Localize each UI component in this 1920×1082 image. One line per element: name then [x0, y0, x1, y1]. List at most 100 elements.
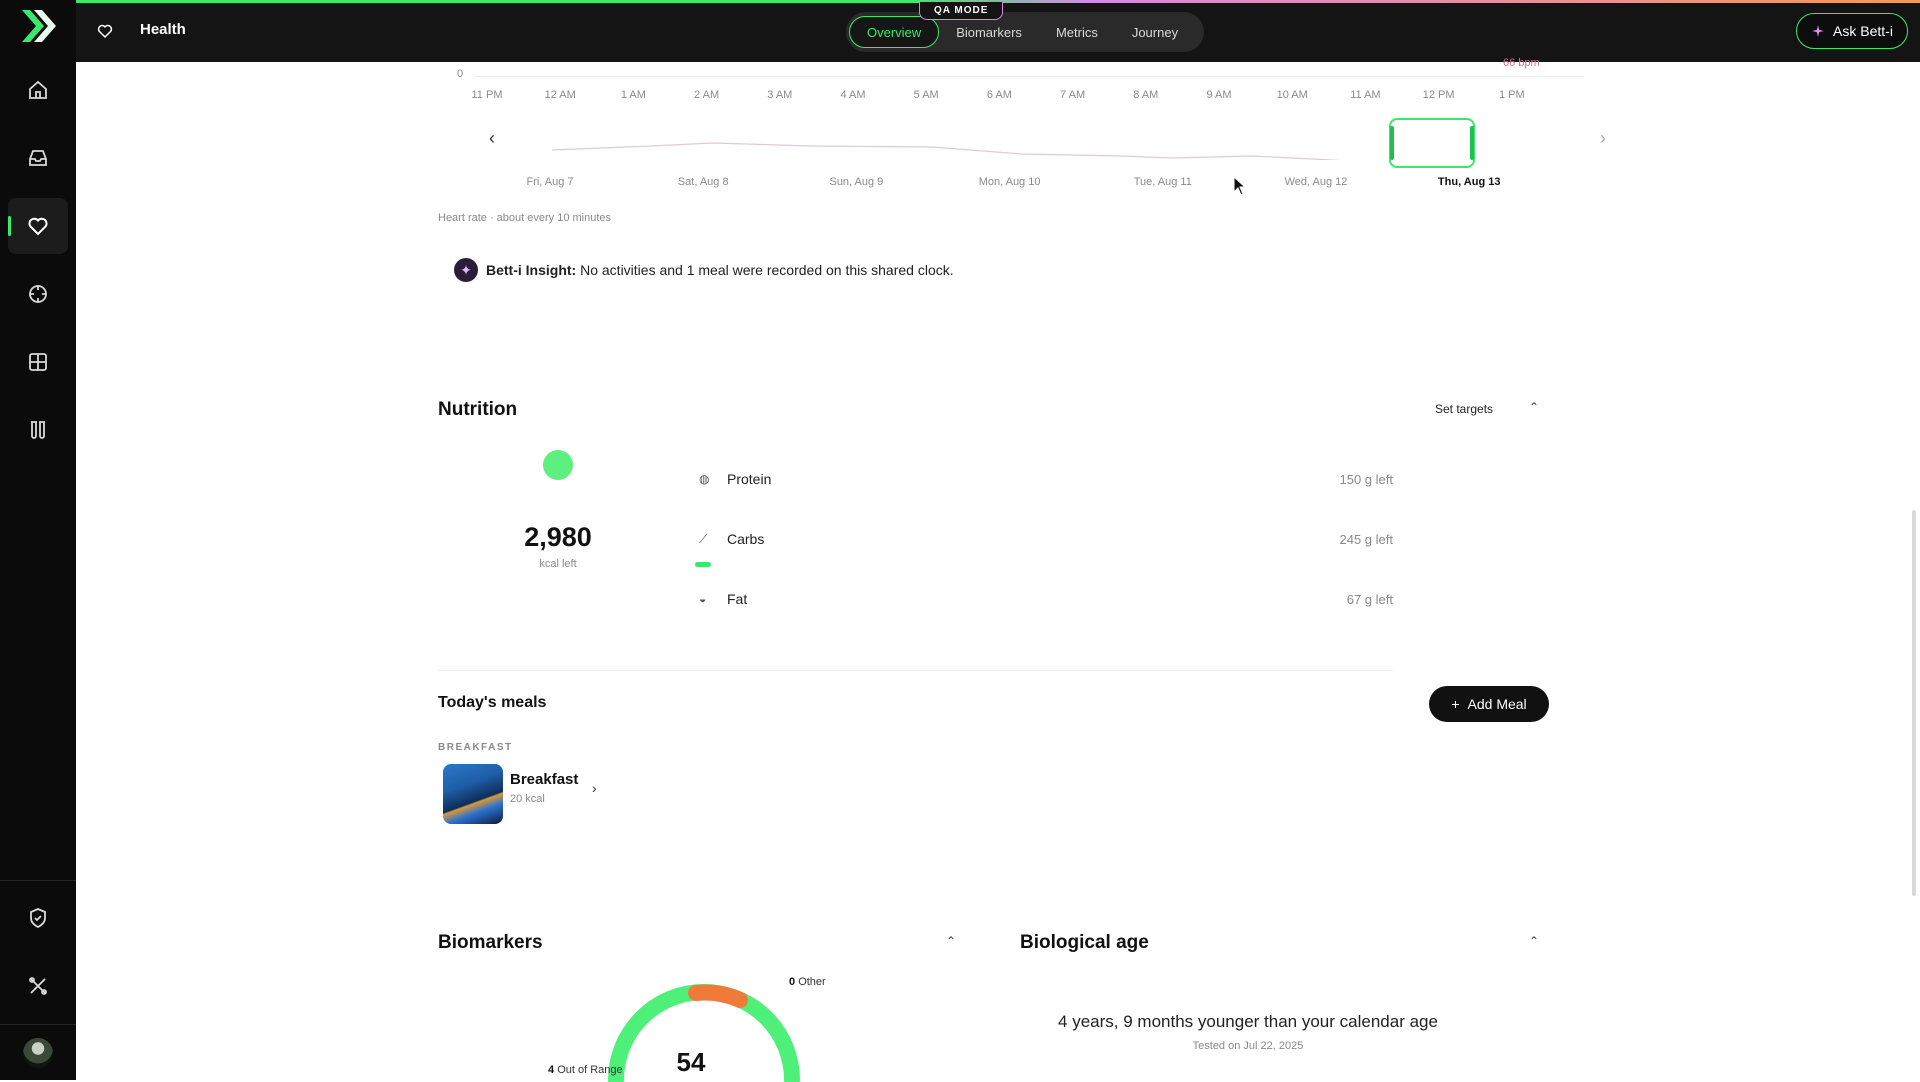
hour-tick-label: 9 AM: [1206, 89, 1232, 101]
macro-name: Carbs: [727, 531, 765, 547]
out-label: Out of Range: [557, 1064, 623, 1076]
avatar[interactable]: [23, 1038, 53, 1068]
meal-photo[interactable]: [443, 764, 503, 824]
grid-icon: [29, 353, 47, 371]
scrollbar[interactable]: [1912, 510, 1916, 896]
chevron-up-icon[interactable]: ⌃: [946, 934, 956, 948]
carbs-icon: ⟋: [699, 531, 708, 546]
day-tick-label[interactable]: Sat, Aug 8: [678, 176, 729, 188]
other-label: Other: [798, 976, 826, 988]
macro-remaining: 150 g left: [1339, 471, 1394, 487]
calorie-ring-indicator: [543, 450, 573, 480]
home-icon: [29, 80, 47, 99]
hour-tick-label: 8 AM: [1133, 89, 1159, 101]
qa-mode-badge: QA MODE: [919, 2, 1004, 20]
fat-icon: ◒: [699, 592, 707, 606]
sidebar-item-labs[interactable]: [8, 402, 68, 458]
day-tick-label[interactable]: Fri, Aug 7: [526, 176, 573, 188]
heart-icon: [97, 24, 113, 39]
sidebar-item-tools[interactable]: [8, 958, 68, 1014]
hour-tick-label: 12 AM: [544, 89, 576, 101]
biological-age-title: Biological age: [1020, 932, 1149, 953]
out-of-range-label: 4 Out of Range: [548, 1064, 623, 1076]
chevron-up-icon[interactable]: ⌃: [1529, 400, 1539, 414]
weekly-trend-line: [552, 142, 1340, 160]
other-count-label: 0 Other: [789, 976, 826, 988]
biomarkers-total: 54: [676, 1047, 706, 1077]
heart-icon: [28, 217, 48, 236]
sidebar-divider: [0, 880, 76, 881]
axis-baseline: [474, 76, 1584, 77]
sidebar-item-health[interactable]: [8, 198, 68, 254]
tab-biomarkers[interactable]: Biomarkers: [939, 16, 1039, 48]
sidebar: [0, 0, 76, 1080]
meal-category: BREAKFAST: [438, 742, 513, 753]
day-tick-label[interactable]: Tue, Aug 11: [1134, 176, 1192, 188]
hour-tick-label: 10 AM: [1276, 89, 1308, 101]
add-meal-button[interactable]: + Add Meal: [1429, 686, 1549, 722]
hour-tick-label: 1 PM: [1498, 89, 1525, 101]
page-title: Health: [140, 21, 186, 38]
nutrition-title: Nutrition: [438, 399, 518, 420]
day-tick-label[interactable]: Mon, Aug 10: [979, 176, 1041, 188]
biological-age-tested-date: Tested on Jul 22, 2025: [1192, 1040, 1304, 1052]
biomarkers-title: Biomarkers: [438, 932, 543, 953]
hour-tick-label: 4 AM: [840, 89, 866, 101]
day-tick-label[interactable]: Sun, Aug 9: [829, 176, 883, 188]
chevron-right-icon[interactable]: ›: [1600, 128, 1606, 149]
section-divider: [438, 670, 1393, 671]
sidebar-item-goals[interactable]: [8, 266, 68, 322]
insight-label: Bett-i Insight:: [486, 262, 577, 278]
test-tubes-icon: [31, 421, 45, 439]
chevron-up-icon[interactable]: ⌃: [1529, 934, 1539, 948]
tools-icon: [29, 977, 47, 995]
chevron-right-icon[interactable]: ›: [592, 780, 597, 796]
sidebar-item-home[interactable]: [8, 62, 68, 118]
insight-text: No activities and 1 meal were recorded o…: [576, 262, 954, 278]
macro-row-carbs: ⟋ Carbs 245 g left: [699, 531, 1393, 547]
inbox-icon: [29, 150, 47, 166]
sidebar-item-privacy[interactable]: [8, 890, 68, 946]
add-meal-label: Add Meal: [1467, 696, 1527, 712]
biological-age-summary: 4 years, 9 months younger than your cale…: [1058, 1012, 1438, 1031]
hour-tick-label: 1 AM: [620, 89, 646, 101]
macro-remaining: 67 g left: [1346, 591, 1393, 607]
chevron-left-icon[interactable]: ‹: [489, 128, 495, 149]
target-icon: [29, 285, 47, 303]
app-logo[interactable]: [18, 6, 58, 46]
mouse-cursor: [1233, 176, 1247, 196]
plus-icon: +: [1451, 696, 1460, 712]
active-indicator: [8, 216, 11, 236]
axis-zero-label: 0: [457, 68, 464, 80]
sparkle-icon: [1812, 25, 1824, 37]
bpm-label: 66 bpm: [1503, 57, 1540, 69]
tab-metrics[interactable]: Metrics: [1039, 16, 1115, 48]
hour-tick-label: 2 AM: [694, 89, 720, 101]
set-targets-link[interactable]: Set targets: [1435, 402, 1493, 416]
sidebar-item-dashboard[interactable]: [8, 334, 68, 390]
day-range-selector[interactable]: [1389, 118, 1475, 168]
top-bar: Health Overview Biomarkers Metrics Journ…: [76, 0, 1920, 62]
main-content: 0 66 bpm 11 PM 12 AM 1 AM 2 AM 3 AM 4 AM 5 AM 6…: [76, 57, 1920, 1082]
day-tick-label[interactable]: Wed, Aug 12: [1285, 176, 1348, 188]
tab-overview[interactable]: Overview: [849, 16, 940, 48]
macro-row-fat: ◒ Fat 67 g left: [699, 591, 1393, 607]
day-tick-label[interactable]: Thu, Aug 13: [1438, 176, 1501, 188]
insight-callout: ✦ Bett-i Insight: No activities and 1 me…: [454, 258, 954, 282]
macro-remaining: 245 g left: [1339, 531, 1394, 547]
kcal-left-label: kcal left: [539, 558, 577, 570]
hour-tick-label: 11 AM: [1350, 89, 1381, 101]
hour-tick-label: 3 AM: [767, 89, 793, 101]
hour-tick-label: 11 PM: [471, 89, 503, 101]
protein-icon: ◍: [699, 472, 710, 486]
meal-name[interactable]: Breakfast: [510, 771, 578, 788]
sidebar-item-inbox[interactable]: [8, 130, 68, 186]
ask-assistant-button[interactable]: Ask Bett-i: [1796, 13, 1908, 49]
macro-name: Protein: [727, 471, 772, 487]
tab-journey[interactable]: Journey: [1115, 16, 1195, 48]
macro-row-protein: ◍ Protein 150 g left: [699, 471, 1393, 487]
ask-assistant-label: Ask Bett-i: [1833, 23, 1893, 39]
out-count: 4: [548, 1064, 555, 1076]
macro-name: Fat: [727, 591, 748, 607]
hour-tick-label: 5 AM: [913, 89, 939, 101]
